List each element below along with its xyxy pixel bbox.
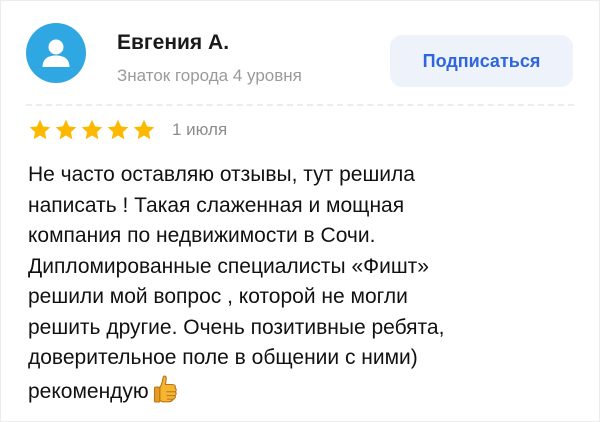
review-text: Не часто оставляю отзывы, тут решила нап… [28,160,573,413]
review-text-final-word: рекомендую [28,379,149,403]
avatar[interactable] [26,23,86,83]
review-text-line: решить другие. Очень позитивные ребята, [28,315,445,339]
star-icon [80,118,104,142]
review-text-line: Не часто оставляю отзывы, тут решила [28,163,415,186]
review-text-line-last: рекомендую [28,374,573,414]
divider [26,104,574,106]
review-text-line: Дипломированные специалисты «Фишт» [28,254,429,278]
review-card: Евгения А. Знаток города 4 уровня Подпис… [0,0,600,422]
author-name[interactable]: Евгения А. [117,31,229,55]
star-icon [106,118,130,142]
subscribe-button[interactable]: Подписаться [390,35,573,87]
user-silhouette-icon [42,39,70,67]
review-text-line: доверительное поле в общении с ними) [28,346,418,369]
star-icon [132,118,156,142]
star-icon [28,118,52,142]
review-text-line: решили мой вопрос , которой не могли [28,285,408,308]
review-text-line: написать ! Такая слаженная и мощная [28,193,405,217]
star-icon [54,118,78,142]
thumbs-up-icon [153,374,179,414]
review-date: 1 июля [172,120,228,139]
author-level: Знаток города 4 уровня [117,66,302,85]
rating-stars [28,118,156,142]
review-text-line: компания по недвижимости в Сочи. [28,224,376,247]
